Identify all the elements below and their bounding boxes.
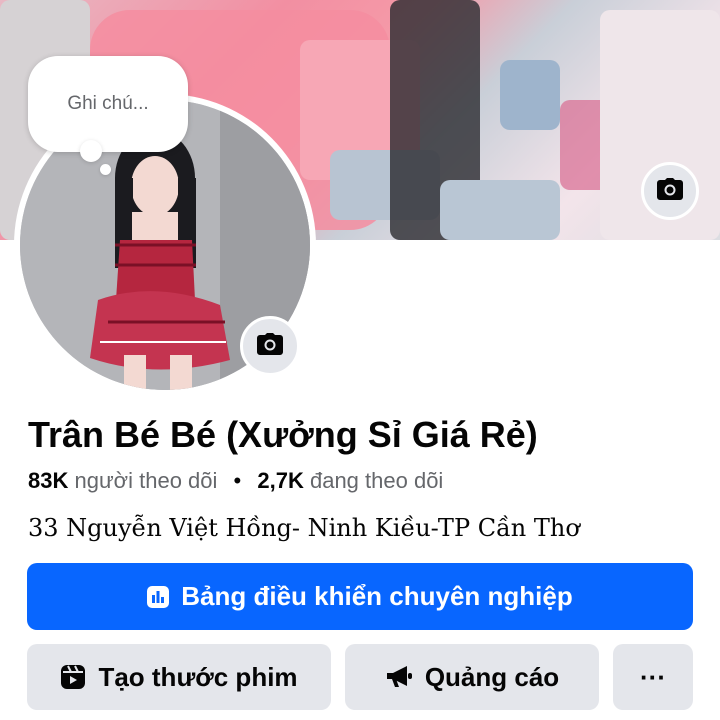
profile-address: 33 Nguyễn Việt Hồng- Ninh Kiều-TP Cần Th…	[28, 514, 580, 542]
cover-camera-button[interactable]	[641, 162, 699, 220]
note-bubble-tail	[80, 140, 102, 162]
profile-name: Trân Bé Bé (Xưởng Sỉ Giá Rẻ)	[28, 414, 538, 455]
following-label[interactable]: đang theo dõi	[310, 468, 443, 493]
followers-label[interactable]: người theo dõi	[74, 468, 217, 493]
stats-separator: •	[233, 468, 242, 493]
following-count[interactable]: 2,7K	[257, 468, 303, 493]
avatar-camera-button[interactable]	[240, 316, 300, 376]
megaphone-icon	[385, 665, 413, 689]
create-reel-button[interactable]: Tạo thước phim	[27, 644, 331, 710]
profile-stats: 83K người theo dõi • 2,7K đang theo dõi	[28, 468, 443, 494]
ads-label: Quảng cáo	[424, 661, 560, 692]
note-placeholder: Ghi chú...	[67, 93, 149, 114]
camera-icon	[657, 177, 683, 205]
chart-icon	[147, 585, 170, 608]
reel-icon	[60, 664, 86, 690]
ads-button[interactable]: Quảng cáo	[345, 644, 599, 710]
note-bubble[interactable]: Ghi chú...	[28, 56, 188, 152]
more-icon: ···	[640, 661, 666, 692]
professional-dashboard-label: Bảng điều khiển chuyên nghiệp	[181, 581, 573, 611]
followers-count[interactable]: 83K	[28, 468, 68, 493]
more-options-button[interactable]: ···	[613, 644, 693, 710]
note-bubble-tail-small	[100, 164, 111, 175]
professional-dashboard-button[interactable]: Bảng điều khiển chuyên nghiệp	[27, 563, 693, 630]
camera-icon	[257, 332, 283, 360]
create-reel-label: Tạo thước phim	[98, 661, 298, 692]
